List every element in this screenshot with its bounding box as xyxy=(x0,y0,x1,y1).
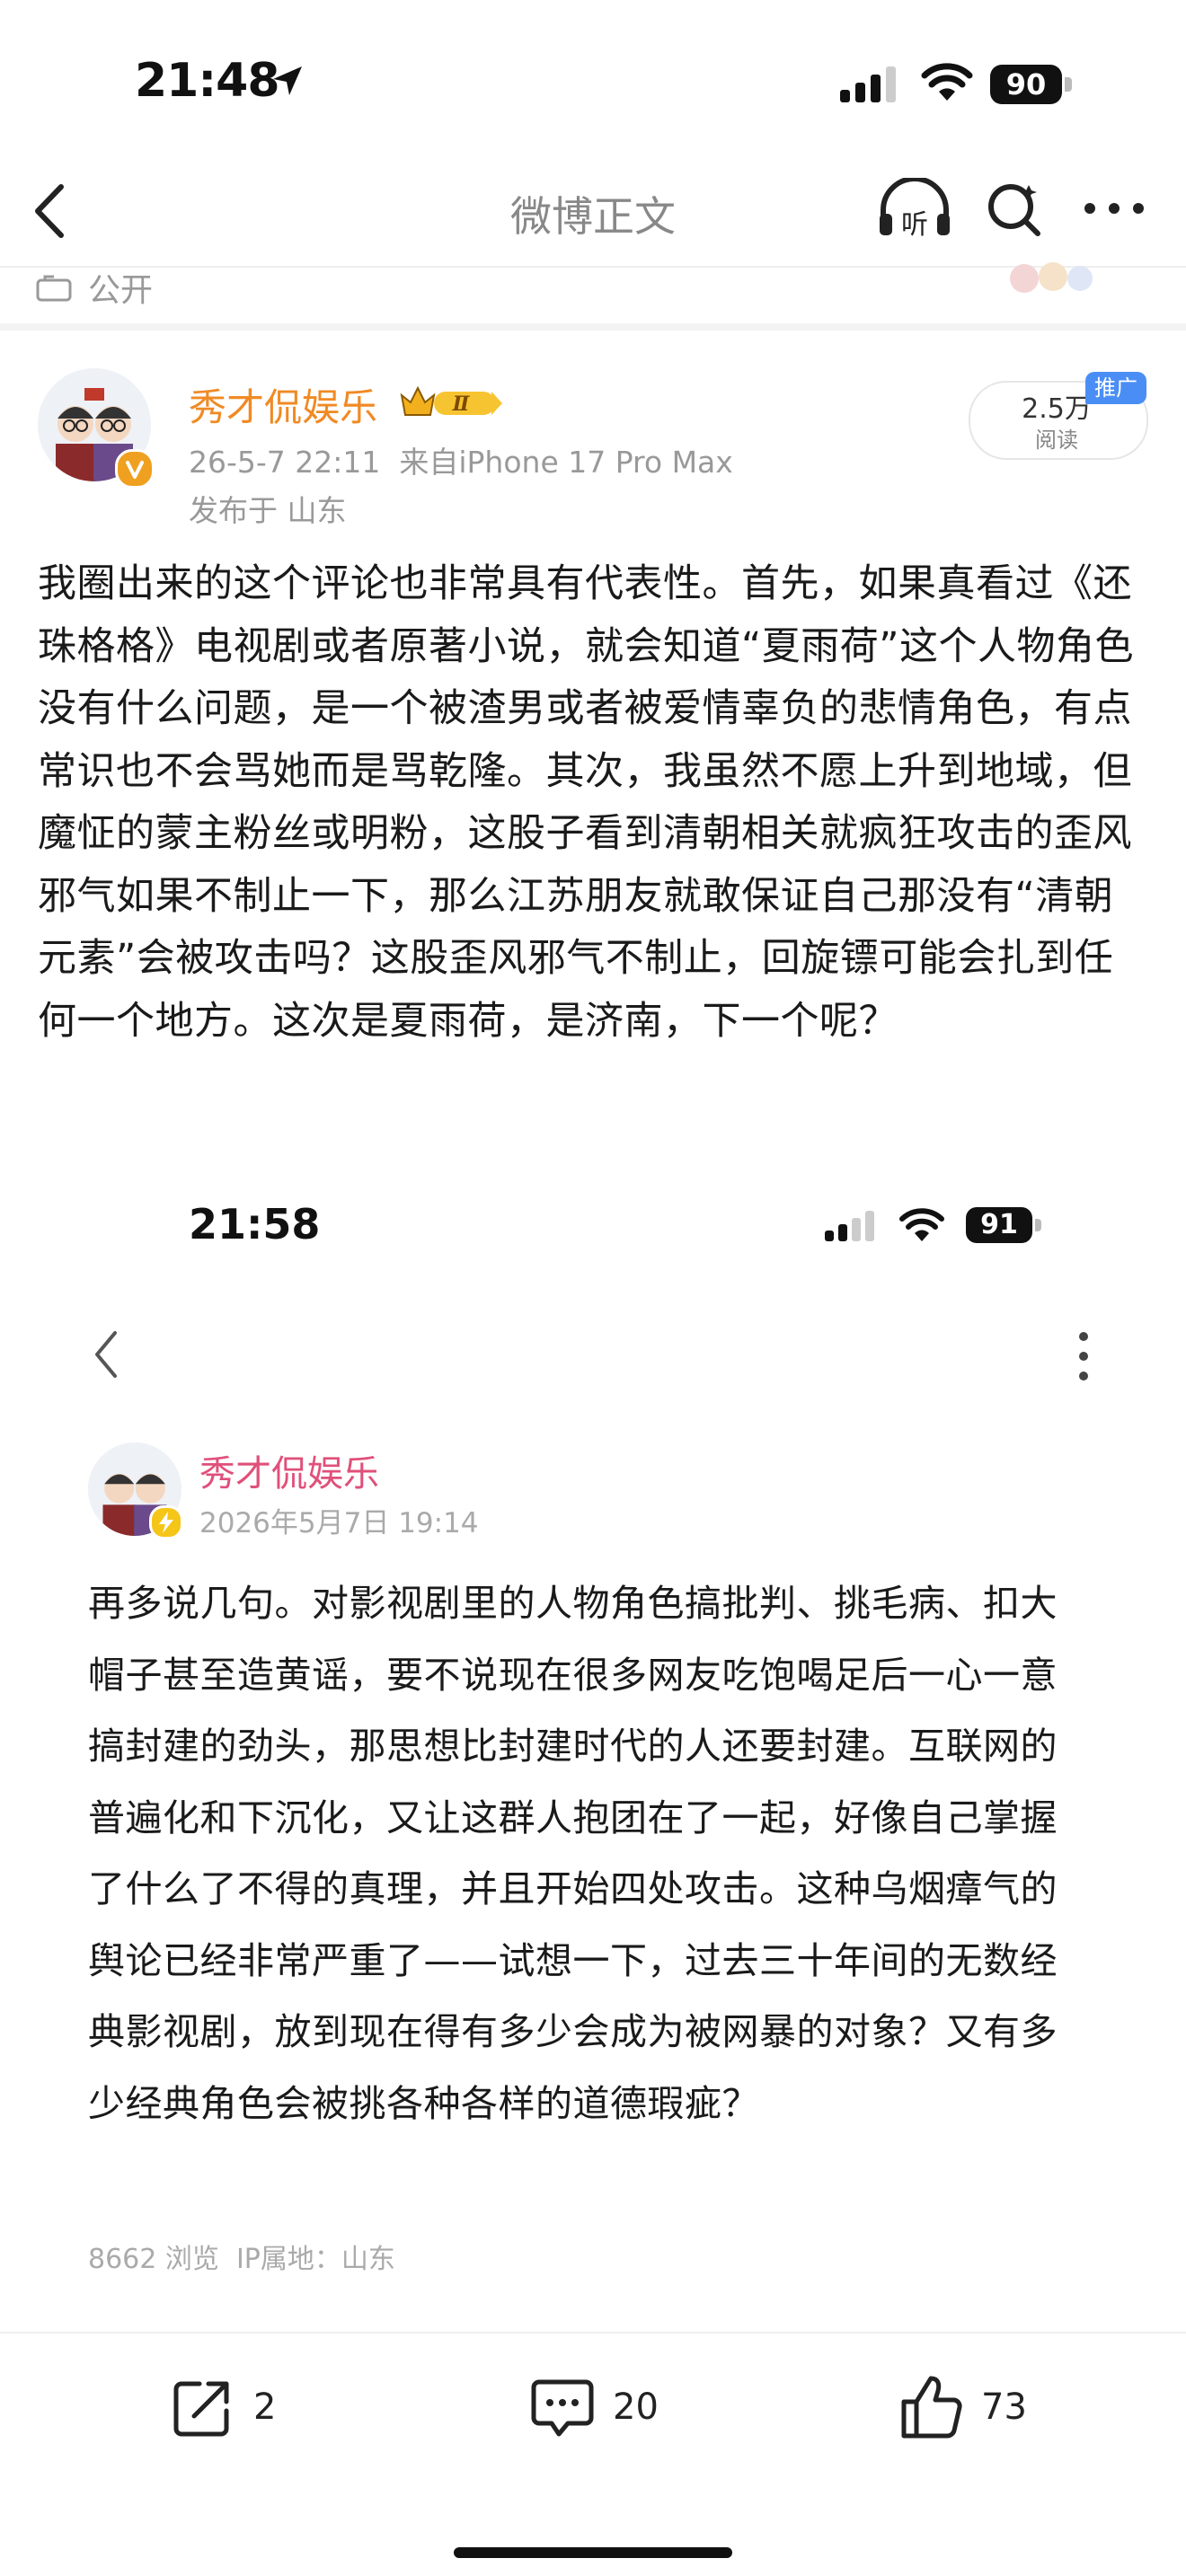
location-arrow-icon xyxy=(273,66,302,95)
share-count: 2 xyxy=(253,2386,277,2428)
reads-label: 阅读 xyxy=(1035,428,1078,453)
visibility-label: 公开 xyxy=(88,272,154,309)
signal-icon xyxy=(840,66,896,102)
embedded-battery-indicator: 91 xyxy=(966,1207,1045,1243)
section-separator xyxy=(0,323,1186,331)
wifi-icon xyxy=(921,63,973,101)
lock-icon xyxy=(36,275,72,302)
verified-badge-icon xyxy=(115,449,155,489)
battery-level: 90 xyxy=(990,65,1062,104)
share-icon xyxy=(173,2381,229,2437)
comment-icon xyxy=(531,2379,594,2437)
battery-indicator: 90 xyxy=(990,65,1073,104)
embedded-back-icon xyxy=(95,1331,117,1378)
like-count: 73 xyxy=(981,2386,1027,2428)
post-meta: 26-5-7 22:11 来自iPhone 17 Pro Max xyxy=(189,445,733,480)
home-indicator[interactable] xyxy=(454,2547,732,2558)
promo-tag: 推广 xyxy=(1085,372,1146,404)
vip-level: Ⅱ xyxy=(452,393,471,416)
status-time: 21:48 xyxy=(135,54,280,108)
sticker-icon xyxy=(1010,262,1093,293)
listen-icon[interactable]: 听 xyxy=(876,178,953,241)
like-icon xyxy=(901,2376,962,2439)
embedded-status-time: 21:58 xyxy=(189,1200,321,1248)
embedded-signal-icon xyxy=(825,1211,874,1241)
post-location: 发布于 山东 xyxy=(189,493,347,528)
embedded-body: 再多说几句。对影视剧里的人物角色搞批判、挑毛病、扣大帽子甚至造黄谣，要不说现在很… xyxy=(88,1582,1058,2125)
embedded-date: 2026年5月7日 19:14 xyxy=(199,1507,479,1539)
embedded-battery-level: 91 xyxy=(966,1207,1032,1243)
embedded-stats: 8662 浏览 IP属地：山东 xyxy=(88,2244,395,2275)
comment-count: 20 xyxy=(613,2386,659,2428)
embedded-wifi-icon xyxy=(899,1208,944,1241)
search-icon[interactable] xyxy=(984,180,1043,239)
embedded-more-icon xyxy=(1079,1332,1088,1381)
like-button[interactable]: 73 xyxy=(895,2371,1027,2443)
vip-badge-icon: Ⅱ xyxy=(400,385,502,416)
embedded-author-name: 秀才侃娱乐 xyxy=(199,1453,379,1495)
svg-text:听: 听 xyxy=(901,209,928,241)
share-button[interactable]: 2 xyxy=(167,2371,276,2443)
more-icon[interactable] xyxy=(1083,199,1146,217)
embedded-lightning-badge-icon xyxy=(149,1505,183,1539)
post-body: 我圈出来的这个评论也非常具有代表性。首先，如果真看过《还珠格格》电视剧或者原著小… xyxy=(38,561,1135,1044)
comment-button[interactable]: 20 xyxy=(527,2371,659,2443)
toolbar-divider xyxy=(0,2332,1186,2333)
author-name[interactable]: 秀才侃娱乐 xyxy=(189,377,377,432)
